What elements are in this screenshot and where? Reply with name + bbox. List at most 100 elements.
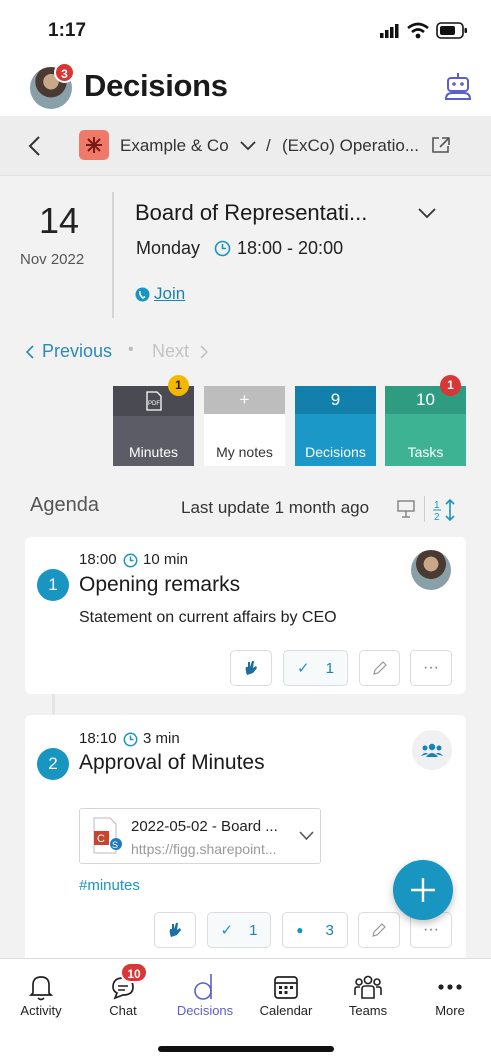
- svg-text:S: S: [112, 840, 118, 850]
- edit-button[interactable]: [359, 650, 400, 686]
- pencil-icon: [372, 923, 386, 937]
- approve-count: 1: [325, 659, 334, 677]
- tab-label: Teams: [348, 1003, 388, 1018]
- tile-decisions-count: 9: [295, 386, 376, 414]
- breadcrumb-org[interactable]: Example & Co: [120, 136, 229, 156]
- pencil-icon: [372, 661, 387, 675]
- hand-icon: [245, 661, 257, 675]
- presenter-avatar: [411, 550, 451, 590]
- pager-dot: •: [128, 341, 134, 358]
- comments-count: 3: [325, 921, 334, 939]
- agenda-item-description: Statement on current affairs by CEO: [79, 609, 337, 626]
- hand-icon: [169, 923, 181, 937]
- teams-icon: [354, 975, 382, 999]
- home-indicator: [158, 1046, 334, 1052]
- back-icon[interactable]: [27, 135, 41, 157]
- previous-chevron-icon[interactable]: [25, 345, 35, 359]
- presentation-icon[interactable]: [396, 499, 416, 519]
- tile-minutes-label: Minutes: [128, 444, 179, 460]
- tile-my-notes[interactable]: + My notes: [204, 386, 285, 466]
- tab-teams[interactable]: Teams: [327, 971, 409, 1018]
- approve-count: 1: [249, 921, 258, 939]
- org-logo: [79, 130, 109, 160]
- tab-activity[interactable]: Activity: [0, 971, 82, 1018]
- tab-label: Chat: [109, 1003, 137, 1018]
- status-time: 1:17: [48, 20, 87, 41]
- next-chevron-icon[interactable]: [199, 345, 209, 359]
- agenda-item-number: 2: [37, 748, 69, 780]
- check-icon: ✓: [220, 922, 234, 939]
- bot-icon[interactable]: [444, 72, 472, 102]
- agenda-item-number: 1: [37, 569, 69, 601]
- minutes-badge: 1: [168, 375, 189, 396]
- tab-label: Activity: [20, 1003, 62, 1018]
- tile-tasks-label: Tasks: [407, 444, 444, 460]
- clock-icon: [214, 240, 231, 257]
- avatar-notification-badge: 3: [54, 62, 75, 83]
- more-icon: [438, 984, 462, 990]
- more-options-button[interactable]: ···: [410, 650, 452, 686]
- svg-text:PDF: PDF: [148, 401, 160, 407]
- tile-decisions[interactable]: 9 Decisions: [295, 386, 376, 466]
- check-icon: ✓: [297, 660, 310, 677]
- battery-icon: [436, 22, 467, 39]
- divider: [112, 192, 114, 318]
- agenda-item-duration: 3 min: [143, 730, 180, 747]
- approve-button[interactable]: ✓ 1: [283, 650, 348, 686]
- breadcrumb-separator: /: [266, 136, 271, 155]
- group-icon: [412, 730, 452, 770]
- agenda-item-start: 18:10: [79, 730, 117, 747]
- agenda-item-title[interactable]: Approval of Minutes: [79, 751, 265, 775]
- attachment-chevron-down-icon[interactable]: [299, 831, 314, 841]
- tab-decisions[interactable]: Decisions: [164, 971, 246, 1018]
- meeting-chevron-down-icon[interactable]: [418, 208, 436, 219]
- last-update: Last update 1 month ago: [181, 498, 370, 517]
- meeting-month-year: Nov 2022: [20, 251, 85, 268]
- agenda-tag[interactable]: #minutes: [79, 877, 140, 894]
- tasks-badge: 1: [440, 375, 461, 396]
- sort-numeric-icon[interactable]: 1 2: [432, 497, 458, 523]
- decisions-icon: [194, 974, 212, 1000]
- dot-icon: ●: [296, 923, 304, 937]
- tab-more[interactable]: More: [409, 971, 491, 1018]
- agenda-heading: Agenda: [30, 494, 99, 516]
- attachment-name: 2022-05-02 - Board ...: [131, 818, 278, 835]
- tab-calendar[interactable]: Calendar: [245, 971, 327, 1018]
- agenda-item-start: 18:00: [79, 551, 117, 568]
- status-bar: 1:17: [0, 0, 491, 60]
- add-button[interactable]: [393, 860, 453, 920]
- tab-label: More: [435, 1003, 465, 1018]
- previous-link[interactable]: Previous: [42, 341, 112, 362]
- page-title: Decisions: [84, 68, 228, 103]
- meeting-weekday: Monday: [136, 238, 201, 258]
- join-phone-icon[interactable]: [135, 287, 150, 302]
- next-link[interactable]: Next: [152, 341, 189, 362]
- chevron-down-icon[interactable]: [240, 141, 256, 151]
- agenda-item-title[interactable]: Opening remarks: [79, 573, 240, 597]
- header-divider: [424, 496, 425, 522]
- tab-label: Calendar: [259, 1003, 313, 1018]
- breadcrumb-group[interactable]: (ExCo) Operatio...: [282, 136, 419, 156]
- signal-icon: [380, 24, 399, 38]
- meeting-title[interactable]: Board of Representati...: [135, 200, 367, 226]
- meeting-day: 14: [38, 200, 80, 241]
- tile-my-notes-label: My notes: [216, 444, 273, 460]
- tab-label: Decisions: [176, 1003, 234, 1018]
- join-link[interactable]: Join: [154, 284, 185, 304]
- tile-minutes[interactable]: PDF Minutes: [113, 386, 194, 466]
- chat-badge: 10: [120, 962, 148, 983]
- svg-text:C: C: [97, 833, 105, 845]
- tile-tasks[interactable]: 10 Tasks: [385, 386, 466, 466]
- attachment-url: https://figg.sharepoint...: [131, 841, 277, 857]
- comments-button[interactable]: ● 3: [282, 912, 348, 948]
- plus-icon: [411, 878, 435, 902]
- raise-hand-button[interactable]: [230, 650, 272, 686]
- raise-hand-button[interactable]: [154, 912, 196, 948]
- wifi-icon: [407, 22, 429, 39]
- calendar-icon: [274, 976, 298, 999]
- clock-icon: [123, 553, 138, 568]
- meeting-time-range: 18:00 - 20:00: [237, 238, 344, 258]
- open-external-icon[interactable]: [431, 136, 451, 154]
- clock-icon: [123, 732, 138, 747]
- approve-button[interactable]: ✓ 1: [207, 912, 271, 948]
